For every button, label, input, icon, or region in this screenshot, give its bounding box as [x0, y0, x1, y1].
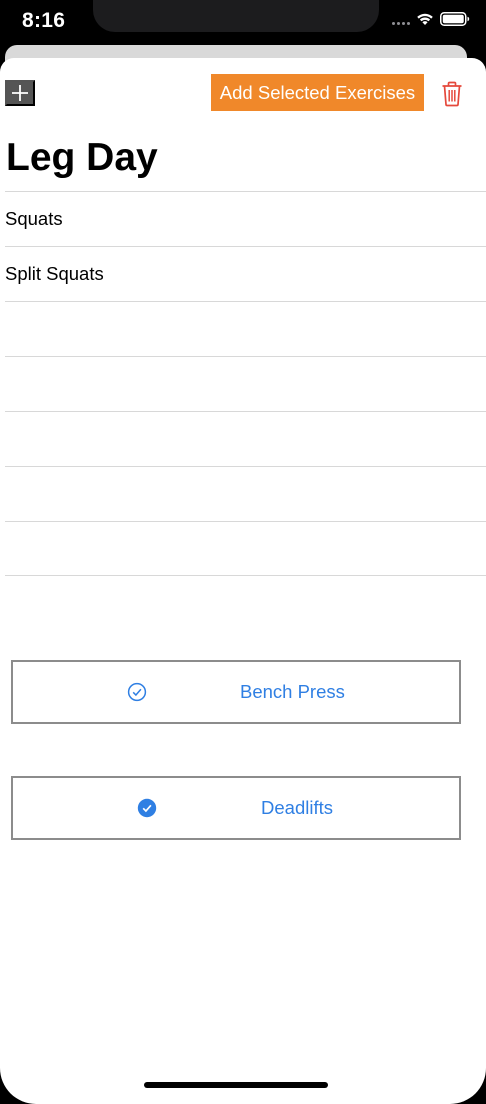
checkmark-circle-outline-icon: [127, 682, 147, 702]
workout-title: Leg Day: [6, 136, 158, 179]
device-notch: [93, 0, 379, 32]
home-indicator[interactable]: [144, 1082, 328, 1088]
list-item[interactable]: [5, 521, 486, 576]
trash-icon: [442, 81, 462, 107]
exercise-option-bench-press[interactable]: Bench Press: [11, 660, 461, 724]
delete-workout-button[interactable]: [441, 81, 463, 107]
list-item[interactable]: Split Squats: [5, 246, 486, 301]
exercise-option-label: Bench Press: [240, 681, 345, 702]
exercise-option-label: Deadlifts: [261, 797, 333, 818]
add-selected-exercises-button[interactable]: Add Selected Exercises: [211, 74, 424, 111]
list-item[interactable]: Squats: [5, 191, 486, 246]
add-exercise-button[interactable]: [5, 80, 35, 106]
cellular-signal-icon: [392, 13, 410, 25]
list-item[interactable]: [5, 301, 486, 356]
status-indicators: [392, 12, 470, 26]
battery-icon: [440, 12, 470, 26]
plus-icon: [12, 85, 28, 101]
exercise-list: Squats Split Squats: [5, 191, 486, 576]
workout-sheet: Add Selected Exercises Leg Day Squats Sp…: [0, 58, 486, 1104]
status-time: 8:16: [22, 9, 66, 32]
wifi-icon: [417, 13, 433, 25]
checkmark-circle-filled-icon: [137, 798, 157, 818]
status-bar: 8:16: [0, 0, 486, 44]
list-item[interactable]: [5, 466, 486, 521]
list-item[interactable]: [5, 356, 486, 411]
exercise-option-deadlifts[interactable]: Deadlifts: [11, 776, 461, 840]
list-item[interactable]: [5, 411, 486, 466]
